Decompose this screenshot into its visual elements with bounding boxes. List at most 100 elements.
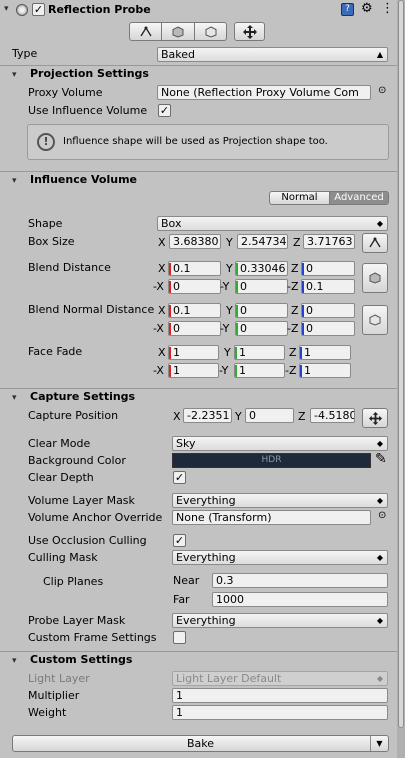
box-size-z-field[interactable]: 3.71763 [303,234,355,249]
capture-position-x-field[interactable]: -2.2351 [183,408,232,423]
edit-proxy-button[interactable] [161,22,195,41]
influence-foldout-icon[interactable]: ▾ [12,176,17,186]
scrollbar-thumb[interactable] [398,0,404,728]
blend-distance-y-field[interactable]: 0.33046 [235,261,288,276]
blend-distance-x-field[interactable]: 0.1 [168,261,221,276]
object-picker-icon[interactable]: ⊙ [378,510,386,521]
projection-header[interactable]: Projection Settings [30,67,149,81]
dropdown-arrow-icon: ◆ [376,553,383,562]
eyedropper-icon[interactable]: ✎ [375,451,387,467]
mode-advanced-button[interactable]: Advanced [329,191,389,205]
capture-position-z-field[interactable]: -4.5180 [310,408,355,423]
axis-neg-z-label: -Z [287,322,299,335]
blend-normal-neg-y-value: 0 [240,322,247,335]
proxy-volume-field[interactable]: None (Reflection Proxy Volume Com [157,85,371,100]
blend-distance-neg-x-field[interactable]: 0 [168,279,221,294]
blend-normal-z-field[interactable]: 0 [301,303,355,318]
clear-depth-checkbox[interactable]: ✓ [173,471,186,484]
weight-field[interactable]: 1 [172,705,388,720]
shape-dropdown[interactable]: Box ◆ [157,216,388,231]
capture-foldout-icon[interactable]: ▾ [12,393,17,403]
face-fade-y-field[interactable]: 1 [234,345,285,360]
background-color-field[interactable]: HDR [172,453,371,468]
occlusion-culling-checkbox[interactable]: ✓ [173,534,186,547]
axis-y-label: Y [226,236,233,249]
blend-normal-y-value: 0 [240,304,247,317]
axis-x-marker [169,263,171,275]
capture-position-y-field[interactable]: 0 [245,408,294,423]
axis-y-label: Y [235,410,242,423]
projection-foldout-icon[interactable]: ▾ [12,70,17,80]
axis-z-marker [302,305,304,317]
axis-z-marker [300,365,302,377]
blend-normal-neg-y-field[interactable]: 0 [235,321,288,336]
custom-frame-checkbox[interactable] [173,631,186,644]
face-fade-neg-z-field[interactable]: 1 [299,363,351,378]
type-value: Baked [161,48,196,61]
influence-header[interactable]: Influence Volume [30,173,137,187]
axis-x-marker [169,365,171,377]
volume-layer-mask-value: Everything [176,494,236,507]
face-fade-z-field[interactable]: 1 [299,345,351,360]
blend-distance-neg-z-field[interactable]: 0.1 [301,279,355,294]
edit-influence-button[interactable] [129,22,162,41]
type-dropdown[interactable]: Baked ▲ [157,47,388,62]
bake-dropdown-icon[interactable]: ▼ [370,736,388,751]
shape-label: Shape [28,217,63,230]
near-field[interactable]: 0.3 [212,573,388,588]
component-foldout-icon[interactable]: ▾ [4,4,9,14]
volume-anchor-field[interactable]: None (Transform) [172,510,371,525]
edit-box-size-button[interactable] [362,233,388,253]
custom-foldout-icon[interactable]: ▾ [12,656,17,666]
context-menu-icon[interactable]: ⋮ [381,1,394,16]
face-fade-neg-y-value: 1 [239,364,246,377]
blend-normal-neg-x-field[interactable]: 0 [168,321,221,336]
box-size-x-value: 3.68380 [173,235,219,248]
axis-x-label: X [158,346,166,359]
clear-mode-dropdown[interactable]: Sky ◆ [172,436,388,451]
blend-distance-z-field[interactable]: 0 [301,261,355,276]
axis-z-marker [300,347,302,359]
blend-normal-neg-z-field[interactable]: 0 [301,321,355,336]
box-size-y-field[interactable]: 2.54734 [237,234,288,249]
probe-layer-mask-dropdown[interactable]: Everything ◆ [172,613,388,628]
axis-neg-x-label: -X [153,364,164,377]
capture-header[interactable]: Capture Settings [30,390,135,404]
blend-normal-y-field[interactable]: 0 [235,303,288,318]
bake-button[interactable]: Bake ▼ [12,735,389,752]
presets-icon[interactable]: ⚙ [361,1,373,16]
axis-neg-y-label: -Y [219,364,229,377]
face-fade-neg-x-field[interactable]: 1 [168,363,219,378]
axis-x-marker [169,281,171,293]
box-size-x-field[interactable]: 3.68380 [169,234,221,249]
axis-y-label: Y [226,262,233,275]
move-tool-button[interactable] [234,22,265,41]
dropdown-arrow-icon: ◆ [376,674,383,683]
axis-x-marker [169,347,171,359]
blend-normal-x-field[interactable]: 0.1 [168,303,221,318]
axis-x-label: X [158,236,166,249]
blend-distance-neg-y-value: 0 [240,280,247,293]
axis-z-label: Z [291,262,299,275]
capture-position-y-value: 0 [249,409,256,422]
blend-distance-neg-y-field[interactable]: 0 [235,279,288,294]
multiplier-field[interactable]: 1 [172,688,388,703]
face-fade-neg-y-field[interactable]: 1 [234,363,285,378]
component-enabled-checkbox[interactable]: ✓ [32,3,45,16]
edit-capture-position-button[interactable] [362,408,388,428]
box-size-y-value: 2.54734 [241,235,287,248]
face-fade-x-field[interactable]: 1 [168,345,219,360]
help-icon[interactable]: ? [341,3,354,16]
use-influence-checkbox[interactable]: ✓ [158,104,171,117]
axis-y-marker [235,365,237,377]
object-picker-icon[interactable]: ⊙ [378,85,386,96]
volume-layer-mask-dropdown[interactable]: Everything ◆ [172,493,388,508]
far-field[interactable]: 1000 [212,592,388,607]
mode-normal-button[interactable]: Normal [269,191,330,205]
face-fade-neg-x-value: 1 [173,364,180,377]
culling-mask-dropdown[interactable]: Everything ◆ [172,550,388,565]
edit-blend-normal-button[interactable] [362,305,388,335]
edit-blend-distance-button[interactable] [362,263,388,293]
edit-capture-button[interactable] [194,22,227,41]
custom-header[interactable]: Custom Settings [30,653,132,667]
